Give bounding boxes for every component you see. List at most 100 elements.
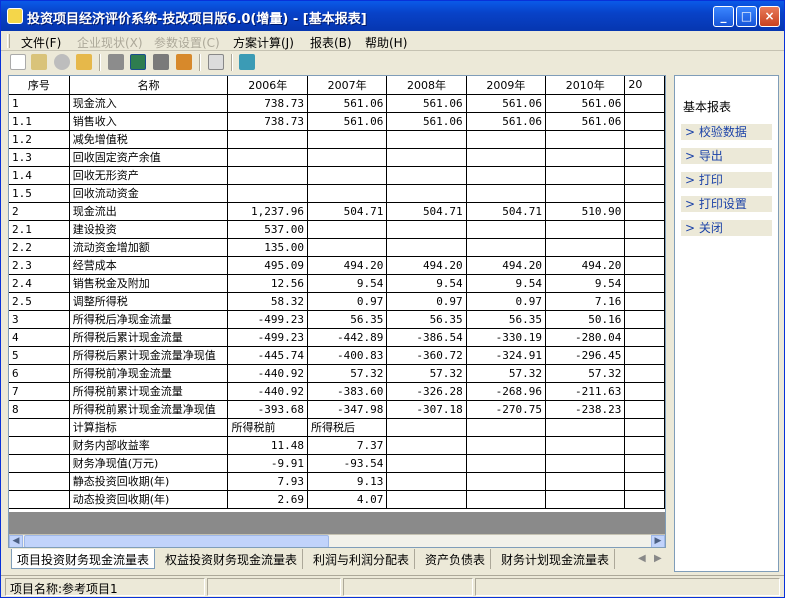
value-cell[interactable] bbox=[624, 364, 665, 383]
value-cell[interactable]: -383.60 bbox=[307, 382, 388, 401]
value-cell[interactable]: -360.72 bbox=[386, 346, 467, 365]
row-seq-cell[interactable]: 4 bbox=[9, 328, 70, 347]
value-cell[interactable]: 738.73 bbox=[227, 112, 308, 131]
row-seq-cell[interactable]: 1.2 bbox=[9, 130, 70, 149]
menu-file[interactable]: 文件(F) bbox=[21, 34, 61, 51]
value-cell[interactable]: -280.04 bbox=[545, 328, 626, 347]
value-cell[interactable] bbox=[545, 130, 626, 149]
value-cell[interactable]: 561.06 bbox=[386, 94, 467, 113]
value-cell[interactable]: -400.83 bbox=[307, 346, 388, 365]
row-name-cell[interactable]: 建设投资 bbox=[69, 220, 229, 239]
value-cell[interactable]: -386.54 bbox=[386, 328, 467, 347]
value-cell[interactable] bbox=[466, 148, 547, 167]
value-cell[interactable]: -393.68 bbox=[227, 400, 308, 419]
row-name-cell[interactable]: 回收固定资产余值 bbox=[69, 148, 229, 167]
value-cell[interactable] bbox=[386, 166, 467, 185]
value-cell[interactable] bbox=[624, 472, 665, 491]
indicator-col-header[interactable]: 所得税前 bbox=[227, 418, 308, 437]
scroll-thumb[interactable] bbox=[24, 535, 329, 547]
row-name-cell[interactable]: 减免增值税 bbox=[69, 130, 229, 149]
value-cell[interactable] bbox=[545, 472, 626, 491]
row-name-cell[interactable]: 调整所得税 bbox=[69, 292, 229, 311]
indicator-value-cell[interactable]: 7.37 bbox=[307, 436, 388, 455]
verify-data-link[interactable]: > 校验数据 bbox=[681, 124, 772, 140]
value-cell[interactable] bbox=[624, 436, 665, 455]
value-cell[interactable]: -499.23 bbox=[227, 328, 308, 347]
value-cell[interactable]: 561.06 bbox=[307, 112, 388, 131]
value-cell[interactable]: 561.06 bbox=[466, 94, 547, 113]
indicator-col-header[interactable]: 所得税后 bbox=[307, 418, 388, 437]
value-cell[interactable] bbox=[386, 184, 467, 203]
value-cell[interactable] bbox=[545, 220, 626, 239]
value-cell[interactable]: 1,237.96 bbox=[227, 202, 308, 221]
value-cell[interactable] bbox=[227, 130, 308, 149]
value-cell[interactable]: 510.90 bbox=[545, 202, 626, 221]
row-seq-cell[interactable]: 3 bbox=[9, 310, 70, 329]
indicator-name-cell[interactable]: 财务净现值(万元) bbox=[69, 454, 229, 473]
value-cell[interactable]: 738.73 bbox=[227, 94, 308, 113]
value-cell[interactable] bbox=[624, 382, 665, 401]
row-seq-cell[interactable]: 6 bbox=[9, 364, 70, 383]
close-button[interactable]: × bbox=[759, 6, 780, 27]
menu-parameters[interactable]: 参数设置(C) bbox=[154, 34, 220, 51]
value-cell[interactable]: 561.06 bbox=[545, 94, 626, 113]
value-cell[interactable] bbox=[386, 490, 467, 509]
indicator-title-cell[interactable]: 计算指标 bbox=[69, 418, 229, 437]
row-seq-cell[interactable]: 7 bbox=[9, 382, 70, 401]
value-cell[interactable]: -307.18 bbox=[386, 400, 467, 419]
indicator-value-cell[interactable]: 9.13 bbox=[307, 472, 388, 491]
value-cell[interactable]: 537.00 bbox=[227, 220, 308, 239]
value-cell[interactable]: 9.54 bbox=[545, 274, 626, 293]
row-seq-cell[interactable] bbox=[9, 490, 70, 509]
value-cell[interactable] bbox=[624, 202, 665, 221]
value-cell[interactable]: 495.09 bbox=[227, 256, 308, 275]
menu-enterprise-status[interactable]: 企业现状(X) bbox=[77, 34, 143, 51]
column-header[interactable]: 名称 bbox=[69, 76, 229, 95]
book-icon[interactable] bbox=[176, 54, 192, 70]
value-cell[interactable]: 0.97 bbox=[466, 292, 547, 311]
scroll-left-icon[interactable]: ◀ bbox=[9, 535, 23, 547]
value-cell[interactable]: 494.20 bbox=[386, 256, 467, 275]
value-cell[interactable]: 494.20 bbox=[307, 256, 388, 275]
value-cell[interactable] bbox=[624, 94, 665, 113]
value-cell[interactable] bbox=[307, 220, 388, 239]
value-cell[interactable] bbox=[466, 220, 547, 239]
row-seq-cell[interactable]: 2.1 bbox=[9, 220, 70, 239]
indicator-value-cell[interactable]: 2.69 bbox=[227, 490, 308, 509]
value-cell[interactable] bbox=[624, 328, 665, 347]
row-name-cell[interactable]: 回收流动资金 bbox=[69, 184, 229, 203]
value-cell[interactable] bbox=[466, 454, 547, 473]
value-cell[interactable]: 56.35 bbox=[386, 310, 467, 329]
column-header[interactable]: 2007年 bbox=[307, 76, 388, 95]
value-cell[interactable] bbox=[545, 148, 626, 167]
row-name-cell[interactable]: 现金流入 bbox=[69, 94, 229, 113]
value-cell[interactable] bbox=[545, 418, 626, 437]
row-seq-cell[interactable]: 1 bbox=[9, 94, 70, 113]
open-folder-icon[interactable] bbox=[31, 54, 47, 70]
row-name-cell[interactable]: 销售收入 bbox=[69, 112, 229, 131]
value-cell[interactable] bbox=[307, 130, 388, 149]
row-seq-cell[interactable]: 2.5 bbox=[9, 292, 70, 311]
value-cell[interactable] bbox=[307, 166, 388, 185]
excel-icon[interactable] bbox=[130, 54, 146, 70]
row-name-cell[interactable]: 所得税前累计现金流量 bbox=[69, 382, 229, 401]
value-cell[interactable]: -330.19 bbox=[466, 328, 547, 347]
value-cell[interactable]: 561.06 bbox=[545, 112, 626, 131]
value-cell[interactable]: -270.75 bbox=[466, 400, 547, 419]
row-name-cell[interactable]: 经营成本 bbox=[69, 256, 229, 275]
value-cell[interactable] bbox=[466, 130, 547, 149]
indicator-value-cell[interactable]: 7.93 bbox=[227, 472, 308, 491]
report-grid[interactable]: 序号 名称 2006年 2007年 2008年 2009年 2010年 20 1… bbox=[8, 75, 666, 548]
row-seq-cell[interactable]: 5 bbox=[9, 346, 70, 365]
indicator-name-cell[interactable]: 静态投资回收期(年) bbox=[69, 472, 229, 491]
row-name-cell[interactable]: 流动资金增加额 bbox=[69, 238, 229, 257]
row-name-cell[interactable]: 所得税后净现金流量 bbox=[69, 310, 229, 329]
value-cell[interactable] bbox=[386, 418, 467, 437]
tab-next-icon[interactable]: ▶ bbox=[654, 553, 662, 564]
print-icon[interactable] bbox=[153, 54, 169, 70]
value-cell[interactable] bbox=[227, 166, 308, 185]
column-header[interactable]: 序号 bbox=[9, 76, 70, 95]
export-folder-icon[interactable] bbox=[76, 54, 92, 70]
tab-financial-plan[interactable]: 财务计划现金流量表 bbox=[496, 549, 616, 569]
value-cell[interactable]: 9.54 bbox=[466, 274, 547, 293]
